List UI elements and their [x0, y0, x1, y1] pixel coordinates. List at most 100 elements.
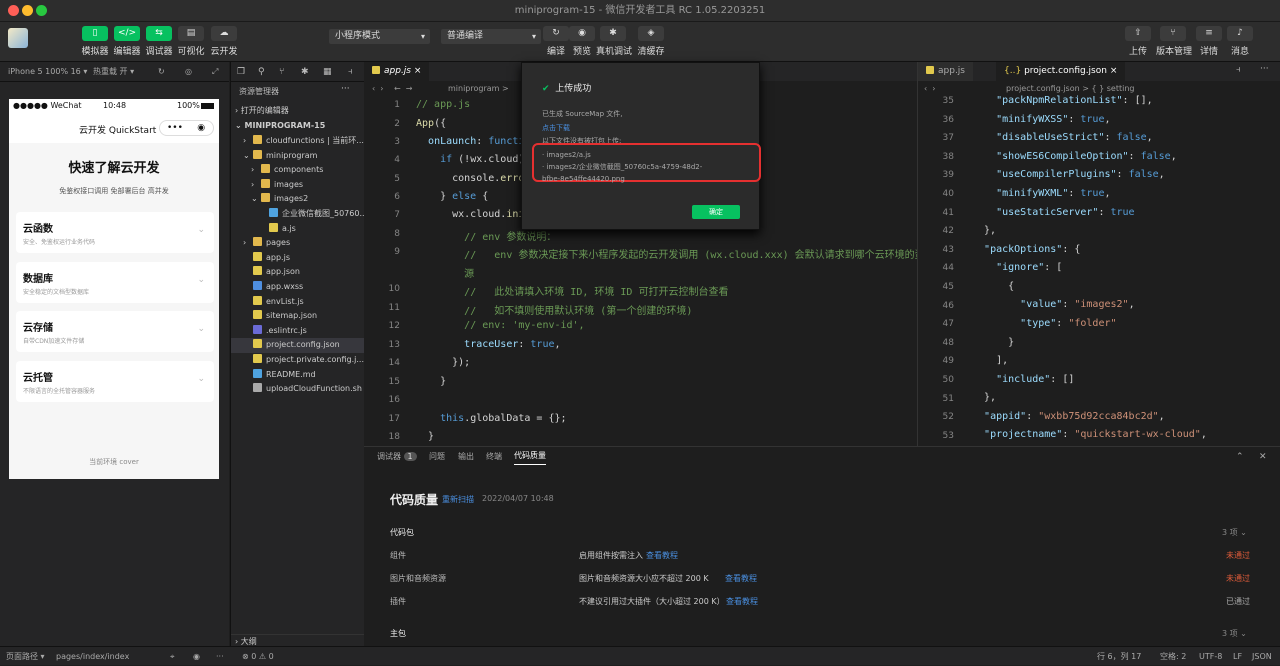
device-select[interactable]: iPhone 5 100% 16 ▾	[8, 62, 87, 82]
tree-item[interactable]: app.wxss	[231, 280, 365, 295]
tab-app-js[interactable]: app.js	[918, 62, 973, 81]
indent-spaces[interactable]: 空格: 2	[1160, 647, 1186, 666]
line-number: 15	[388, 377, 400, 387]
tree-item[interactable]: ⌄ miniprogram	[231, 149, 365, 164]
js-file-icon	[372, 66, 380, 74]
page-path-label[interactable]: 页面路径 ▾	[6, 647, 45, 666]
close-window-button[interactable]	[8, 5, 19, 16]
language-mode[interactable]: JSON	[1252, 647, 1272, 666]
tree-item[interactable]: envList.js	[231, 295, 365, 310]
tutorial-link[interactable]: 查看教程	[646, 550, 678, 561]
details-button[interactable]: ≡ 详情	[1192, 26, 1226, 57]
debug-icon[interactable]: ✱	[301, 62, 309, 82]
card-storage[interactable]: 云存储 自带CDN加速文件存储 ⌄	[16, 311, 214, 352]
rescan-link[interactable]: 重新扫描	[442, 494, 474, 505]
messages-button[interactable]: ♪ 消息	[1223, 26, 1257, 57]
tree-item[interactable]: project.config.json	[231, 338, 365, 353]
tree-item[interactable]: README.md	[231, 368, 365, 383]
line-number: 11	[388, 303, 400, 313]
split-icon[interactable]: ⫞	[348, 62, 353, 82]
card-cloud-hosting[interactable]: 云托管 不限语言的全托管容器服务 ⌄	[16, 361, 214, 402]
maximize-window-button[interactable]	[36, 5, 47, 16]
section-main-count[interactable]: 3 项 ⌄	[1222, 628, 1247, 639]
visual-button[interactable]: ▤ 可视化	[174, 26, 208, 57]
target-icon[interactable]: ⌖	[170, 647, 175, 666]
mode-select[interactable]: 小程序模式 ▾	[329, 29, 430, 44]
tutorial-link[interactable]: 查看教程	[726, 596, 758, 607]
upload-icon: ⇧	[1125, 26, 1151, 41]
capsule-button[interactable]: ••• ◉	[159, 120, 214, 136]
clear-cache-button[interactable]: ◈ 清缓存	[634, 26, 668, 57]
more-icon[interactable]: ···	[1260, 64, 1269, 74]
open-editors-section[interactable]: › 打开的编辑器	[231, 104, 365, 119]
hot-reload-select[interactable]: 热重载 开 ▾	[93, 62, 134, 82]
section-package-count[interactable]: 3 项 ⌄	[1222, 527, 1247, 538]
tutorial-link[interactable]: 查看教程	[725, 573, 757, 584]
preview-button[interactable]: ◉ 预览	[565, 26, 599, 57]
tree-item[interactable]: uploadCloudFunction.sh	[231, 382, 365, 397]
debugger-button[interactable]: ⇆ 调试器	[142, 26, 176, 57]
tree-item[interactable]: sitemap.json	[231, 309, 365, 324]
eol[interactable]: LF	[1233, 647, 1242, 666]
file-icon	[261, 164, 270, 174]
more-icon[interactable]: ···	[341, 84, 350, 94]
tree-item[interactable]: project.private.config.j...	[231, 353, 365, 368]
confirm-button[interactable]: 确定	[692, 205, 740, 219]
card-database[interactable]: 数据库 安全稳定的文档型数据库 ⌄	[16, 262, 214, 303]
json-editor[interactable]: app.js {..} project.config.json × ⫞ ··· …	[917, 62, 1280, 446]
search-icon[interactable]: ⚲	[258, 62, 265, 82]
tree-item[interactable]: .eslintrc.js	[231, 324, 365, 339]
cursor-position[interactable]: 行 6，列 17	[1097, 647, 1141, 666]
simulator-bar: iPhone 5 100% 16 ▾ 热重载 开 ▾ ↻ ◎ ⤢	[0, 62, 229, 82]
stop-icon[interactable]: ◎	[185, 62, 192, 82]
tree-item[interactable]: app.json	[231, 265, 365, 280]
check-icon: ✔	[542, 84, 550, 94]
download-link[interactable]: 点击下载	[542, 123, 570, 133]
tab-debugger[interactable]: 调试器 1	[377, 447, 417, 467]
extensions-icon[interactable]: ▦	[323, 62, 332, 82]
eye-icon[interactable]: ◉	[193, 647, 200, 666]
line-number: 5	[394, 174, 400, 184]
tab-problems[interactable]: 问题	[429, 447, 445, 467]
project-root[interactable]: ⌄ MINIPROGRAM-15	[231, 119, 365, 134]
encoding[interactable]: UTF-8	[1199, 647, 1222, 666]
compile-select[interactable]: 普通编译 ▾	[441, 29, 541, 44]
phone-status-bar: ●●●●● WeChat 10:48 100%	[9, 99, 219, 113]
tree-item[interactable]: › cloudfunctions | 当前环...	[231, 134, 365, 149]
minimize-window-button[interactable]	[22, 5, 33, 16]
editor-button[interactable]: </> 编辑器	[110, 26, 144, 57]
upload-button[interactable]: ⇧ 上传	[1121, 26, 1155, 57]
files-icon[interactable]: ❐	[237, 62, 245, 82]
tree-item[interactable]: a.js	[231, 222, 365, 237]
expand-icon[interactable]: ⤢	[212, 62, 218, 82]
tree-item[interactable]: › pages	[231, 236, 365, 251]
git-icon[interactable]: ⑂	[279, 62, 284, 82]
tab-terminal[interactable]: 终端	[486, 447, 502, 467]
cloud-dev-button[interactable]: ☁ 云开发	[207, 26, 241, 57]
avatar[interactable]	[8, 28, 28, 48]
refresh-icon[interactable]: ↻	[158, 62, 165, 82]
simulator-button[interactable]: ▯ 模拟器	[78, 26, 112, 57]
more-icon[interactable]: ···	[216, 647, 224, 666]
explorer-title: 资源管理器	[239, 87, 279, 96]
tree-item[interactable]: app.js	[231, 251, 365, 266]
tab-project-config[interactable]: {..} project.config.json ×	[996, 62, 1126, 81]
tab-code-quality[interactable]: 代码质量	[514, 447, 546, 465]
tree-item[interactable]: 企业微信截图_50760...	[231, 207, 365, 222]
close-icon[interactable]: ✕	[1259, 447, 1267, 467]
remote-debug-button[interactable]: ✱ 真机调试	[596, 26, 632, 57]
problems-count[interactable]: ⊗ 0 ⚠ 0	[242, 647, 274, 666]
split-editor-icon[interactable]: ⫞	[1236, 65, 1241, 75]
file-icon	[253, 339, 262, 349]
version-button[interactable]: ⑂ 版本管理	[1156, 26, 1192, 57]
tree-item[interactable]: › components	[231, 163, 365, 178]
page-path[interactable]: pages/index/index	[56, 647, 129, 666]
chevron-up-icon[interactable]: ⌃	[1236, 447, 1244, 467]
tree-item[interactable]: ⌄ images2	[231, 192, 365, 207]
tab-output[interactable]: 输出	[458, 447, 474, 467]
tree-item[interactable]: › images	[231, 178, 365, 193]
tab-app-js[interactable]: app.js ×	[364, 62, 430, 81]
file-icon	[253, 310, 262, 320]
card-cloud-functions[interactable]: 云函数 安全、免鉴权运行业务代码 ⌄	[16, 212, 214, 253]
line-number: 36	[942, 114, 954, 125]
